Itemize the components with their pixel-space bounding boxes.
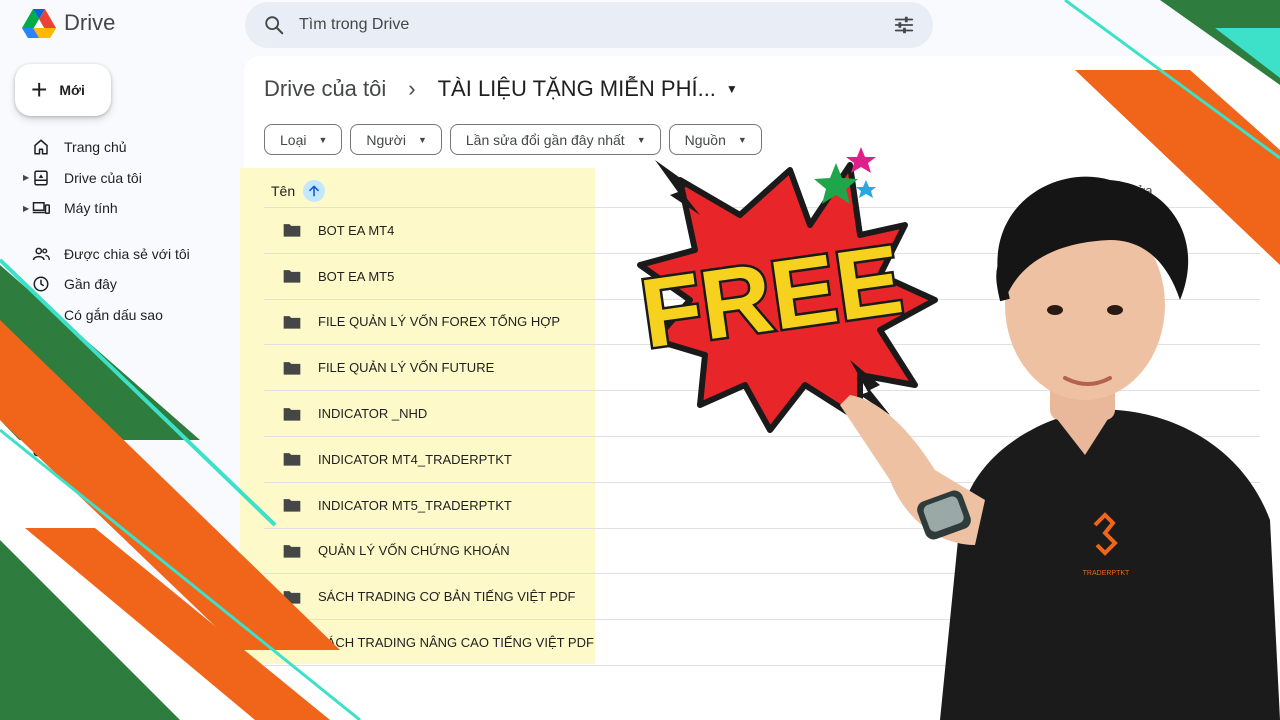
table-row[interactable]: SÁCH TRADING CƠ BẢN TIẾNG VIỆT PDF: [264, 574, 1260, 621]
caret-down-icon: ▼: [318, 134, 328, 145]
breadcrumb: Drive của tôi › TÀI LIỆU TẶNG MIỄN PHÍ..…: [264, 76, 738, 102]
star-icon: [33, 307, 49, 322]
folder-icon: [283, 636, 301, 650]
sidebar-item-storage[interactable]: rong: [0, 436, 240, 467]
file-name[interactable]: SÁCH TRADING CƠ BẢN TIẾNG VIỆT PDF: [318, 589, 575, 604]
caret-down-icon: ▼: [417, 134, 427, 145]
table-row[interactable]: QUẢN LÝ VỐN CHỨNG KHOÁN: [264, 529, 1260, 575]
main-panel: Drive của tôi › TÀI LIỆU TẶNG MIỄN PHÍ..…: [240, 56, 1280, 720]
table-row[interactable]: INDICATOR MT4_TRADERPTKT: [264, 437, 1260, 483]
file-name[interactable]: BOT EA MT4: [318, 223, 394, 238]
table-row[interactable]: FILE QUẢN LÝ VỐN FUTURE: [264, 345, 1260, 392]
drive-icon: [34, 170, 48, 186]
caret-down-icon[interactable]: ▼: [726, 82, 738, 96]
sidebar-item-shared[interactable]: Được chia sẻ với tôi: [0, 239, 240, 270]
new-button-label: Mới: [59, 82, 85, 98]
file-name[interactable]: QUẢN LÝ VỐN CHỨNG KHOÁN: [318, 543, 510, 558]
sidebar-item-label: Được chia sẻ với tôi: [64, 245, 190, 262]
app-name: Drive: [64, 10, 116, 35]
folder-icon: [283, 224, 301, 238]
drive-logo-icon: [22, 9, 56, 38]
sidebar-item-label: Trang chủ: [64, 139, 127, 156]
table-row[interactable]: BOT EA MT5: [264, 254, 1260, 300]
clock-icon: [33, 276, 49, 292]
column-modified-header[interactable]: sửa: [1130, 183, 1152, 198]
sidebar-item-label: rong: [64, 442, 93, 459]
sort-arrow-up-icon[interactable]: [303, 179, 326, 202]
table-header: Tên sửa: [264, 174, 1260, 208]
sidebar-item-trash[interactable]: ng rác: [0, 345, 240, 376]
filter-type[interactable]: Loại ▼: [264, 124, 343, 155]
breadcrumb-current-folder[interactable]: TÀI LIỆU TẶNG MIỄN PHÍ...: [438, 76, 716, 102]
sidebar-item-home[interactable]: Trang chủ: [0, 132, 240, 163]
sidebar-item-label: Drive của tôi: [64, 169, 142, 186]
sidebar-item-label: Có gắn dấu sao: [64, 306, 163, 323]
expand-arrow-icon[interactable]: ▶: [23, 204, 29, 213]
sidebar-item-label: Gần đây: [64, 276, 117, 293]
sidebar-item-label: Máy tính: [64, 200, 118, 217]
folder-icon: [283, 499, 301, 512]
sidebar-item-my-drive[interactable]: ▶ Drive của tôi: [0, 163, 240, 194]
search-input[interactable]: Tìm trong Drive: [299, 16, 893, 34]
sidebar-item-starred[interactable]: Có gắn dấu sao: [0, 300, 240, 331]
sidebar-nav: Trang chủ ▶ Drive của tôi ▶ Máy tính Đượ…: [0, 132, 240, 466]
folder-icon: [283, 545, 301, 558]
filter-source[interactable]: Nguồn ▼: [668, 124, 762, 155]
table-row[interactable]: SÁCH TRADING NÂNG CAO TIẾNG VIỆT PDF: [264, 620, 1260, 666]
filter-label: Nguồn: [684, 131, 726, 148]
file-name[interactable]: INDICATOR _NHD: [318, 406, 427, 421]
filter-label: Người: [366, 131, 406, 148]
folder-icon: [283, 590, 301, 604]
search-options-icon[interactable]: [893, 14, 915, 36]
table-row[interactable]: INDICATOR MT5_TRADERPTKT: [264, 483, 1260, 529]
green-stripe-bottom: [0, 540, 180, 720]
table-row[interactable]: BOT EA MT4: [264, 208, 1260, 254]
file-name[interactable]: FILE QUẢN LÝ VỐN FOREX TỔNG HỢP: [318, 314, 560, 329]
drive-logo[interactable]: Drive: [22, 8, 115, 38]
caret-down-icon: ▼: [636, 134, 646, 145]
breadcrumb-my-drive[interactable]: Drive của tôi: [264, 76, 386, 102]
file-name[interactable]: INDICATOR MT4_TRADERPTKT: [318, 452, 512, 467]
cloud-icon: [33, 446, 49, 456]
folder-icon: [283, 316, 301, 329]
sidebar-item-recent[interactable]: Gần đây: [0, 269, 240, 300]
chevron-right-icon: ›: [408, 76, 416, 101]
file-name[interactable]: FILE QUẢN LÝ VỐN FUTURE: [318, 360, 494, 375]
filter-label: Loại: [280, 131, 307, 148]
filter-label: Lần sửa đổi gần đây nhất: [465, 131, 625, 148]
caret-down-icon: ▼: [737, 134, 747, 145]
folder-icon: [283, 270, 301, 283]
column-name-header[interactable]: Tên: [271, 183, 295, 199]
plus-icon: +: [31, 74, 48, 105]
home-icon: [34, 139, 48, 155]
computer-icon: [32, 202, 50, 215]
filter-people[interactable]: Người ▼: [350, 124, 442, 155]
file-list: BOT EA MT4 BOT EA MT5 FILE QUẢN LÝ VỐN FOR…: [264, 208, 1260, 666]
sidebar-item-computers[interactable]: ▶ Máy tính: [0, 193, 240, 224]
folder-icon: [283, 361, 301, 375]
filter-modified[interactable]: Lần sửa đổi gần đây nhất ▼: [449, 124, 661, 155]
search-icon[interactable]: [263, 14, 285, 36]
file-name[interactable]: BOT EA MT5: [318, 269, 394, 284]
new-button[interactable]: + Mới: [15, 64, 111, 116]
trash-icon: [35, 353, 47, 368]
expand-arrow-icon[interactable]: ▶: [23, 173, 29, 182]
shared-icon: [32, 247, 50, 260]
filter-bar: Loại ▼ Người ▼ Lần sửa đổi gần đây nhất ▼ N…: [264, 124, 762, 155]
table-row[interactable]: INDICATOR _NHD: [264, 391, 1260, 437]
search-bar[interactable]: Tìm trong Drive: [245, 2, 933, 48]
folder-icon: [283, 453, 301, 467]
table-row[interactable]: FILE QUẢN LÝ VỐN FOREX TỔNG HỢP: [264, 300, 1260, 346]
file-name[interactable]: SÁCH TRADING NÂNG CAO TIẾNG VIỆT PDF: [318, 635, 594, 650]
file-name[interactable]: INDICATOR MT5_TRADERPTKT: [318, 498, 512, 513]
folder-icon: [283, 407, 301, 421]
sidebar-item-label: ng rác: [64, 352, 103, 369]
